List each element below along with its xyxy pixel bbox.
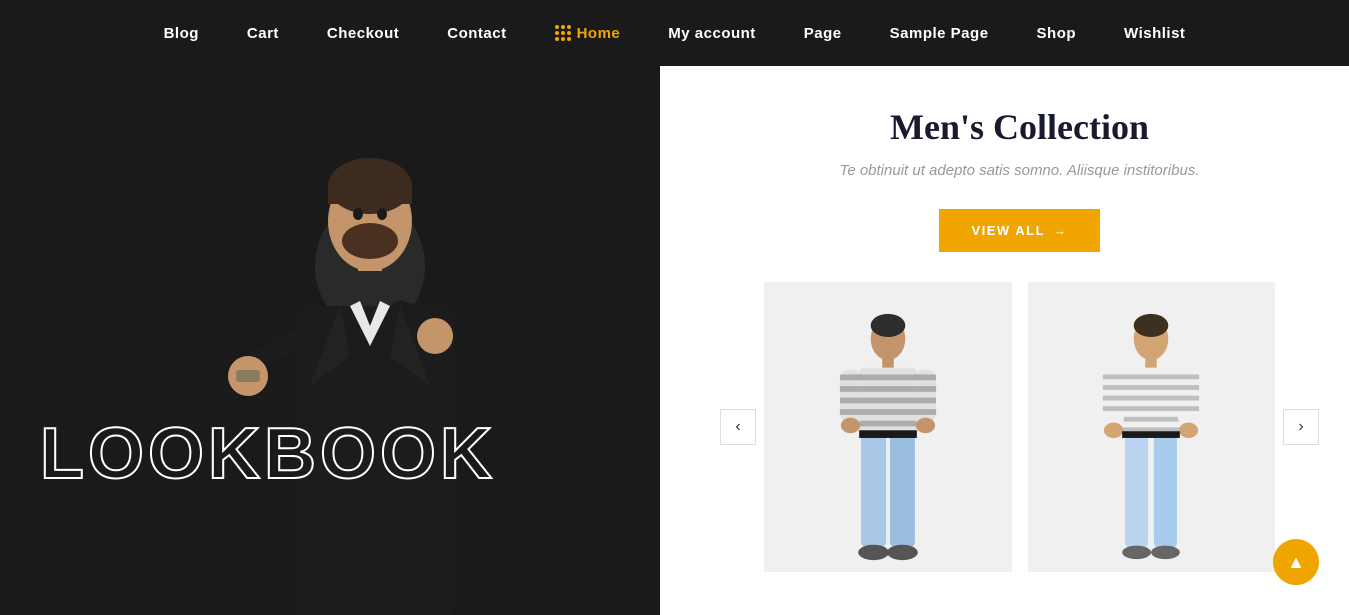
nav-contact[interactable]: Contact [447,25,506,42]
nav-home[interactable]: Home [555,25,621,42]
collection-title: Men's Collection [890,106,1149,148]
nav-checkout[interactable]: Checkout [327,25,399,42]
main-navigation: Blog Cart Checkout Contact Home My accou… [0,0,1349,66]
view-all-button[interactable]: VIEW ALL → [939,209,1099,252]
main-content: LOOKBOOK Men's Collection Te obtinuit ut… [0,66,1349,615]
man-illustration [0,66,660,615]
product-figure-2 [1028,292,1276,562]
product-card-2[interactable] [1028,282,1276,572]
product-card[interactable] [764,282,1012,572]
nav-cart[interactable]: Cart [247,25,279,42]
nav-blog[interactable]: Blog [164,25,199,42]
lookbook-section: LOOKBOOK [0,66,660,615]
product-figure-1 [764,292,1012,562]
carousel-next-button[interactable]: › [1283,409,1319,445]
product-carousel: ‹ [720,282,1319,572]
products-row [756,282,1283,572]
home-dots-icon [555,25,571,41]
scroll-to-top-button[interactable]: ▲ [1273,539,1319,585]
nav-sample-page[interactable]: Sample Page [890,25,989,42]
carousel-prev-button[interactable]: ‹ [720,409,756,445]
lookbook-image [0,66,660,615]
product-person-1 [828,312,948,562]
nav-wishlist[interactable]: Wishlist [1124,25,1185,42]
nav-my-account[interactable]: My account [668,25,756,42]
collection-section: Men's Collection Te obtinuit ut adepto s… [660,66,1349,615]
lookbook-text: LOOKBOOK [40,413,496,495]
nav-page[interactable]: Page [804,25,842,42]
nav-shop[interactable]: Shop [1037,25,1077,42]
collection-subtitle: Te obtinuit ut adepto satis somno. Aliis… [840,162,1200,179]
product-person-2 [1091,312,1211,562]
